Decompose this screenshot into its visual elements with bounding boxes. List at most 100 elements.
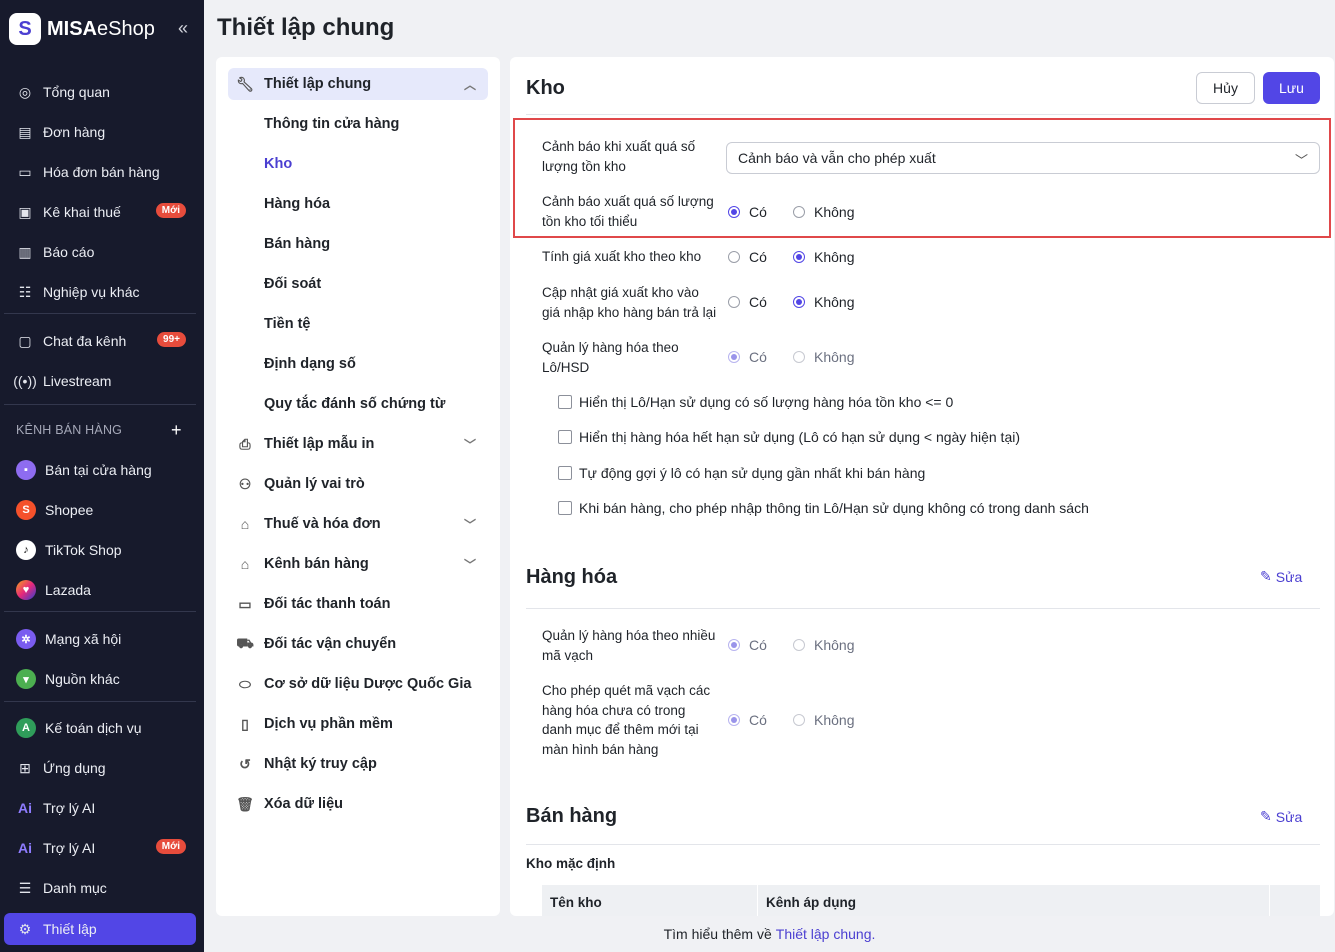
sidebar-item-social[interactable]: ✲ Mạng xã hội [4, 623, 196, 655]
nav-reconciliation[interactable]: Đối soát [264, 276, 321, 292]
sidebar-item-ai-new[interactable]: Ai Trợ lý AI Mới [4, 832, 196, 864]
edit-sales-button[interactable]: ✎ Sửa [1260, 808, 1302, 825]
update-price-yes-radio[interactable]: Có [728, 294, 767, 310]
warn-min-yes-radio[interactable]: Có [728, 204, 767, 220]
nav-drug-database[interactable]: ⬭ Cơ sở dữ liệu Dược Quốc Gia [228, 668, 488, 700]
nav-access-log[interactable]: ↺ Nhật ký truy cập [228, 748, 488, 780]
price-by-store-yes-radio[interactable]: Có [728, 249, 767, 265]
sidebar-item-settings[interactable]: ⚙ Thiết lập [4, 913, 196, 945]
nav-currency[interactable]: Tiền tệ [264, 316, 310, 332]
app-logo[interactable]: S MISAeShop [9, 12, 155, 46]
nav-software-services[interactable]: ▯ Dịch vụ phần mềm [228, 708, 488, 740]
divider [526, 608, 1320, 609]
nav-sales[interactable]: Bán hàng [264, 236, 330, 252]
chevron-down-icon: ﹀ [463, 438, 476, 452]
sidebar-item-shopee[interactable]: S Shopee [4, 494, 196, 526]
sidebar-item-livestream[interactable]: ((•)) Livestream [4, 365, 196, 397]
nav-delete-data[interactable]: 🗑︎ Xóa dữ liệu [228, 788, 488, 820]
sidebar-item-apps[interactable]: ⊞ Ứng dụng [4, 752, 196, 784]
sidebar-item-catalog[interactable]: ☰ Danh mục [4, 872, 196, 904]
chat-icon: ▢ [18, 332, 32, 349]
warn-min-no-radio[interactable]: Không [793, 204, 854, 220]
store-icon: ▪ [16, 460, 36, 480]
scan-label: Cho phép quét mã vạch các hàng hóa chưa … [542, 683, 711, 757]
sidebar-item-store[interactable]: ▪ Bán tại cửa hàng [4, 454, 196, 486]
barcode-label: Quản lý hàng hóa theo nhiều mã vạch [542, 628, 716, 663]
sidebar-item-ai[interactable]: Ai Trợ lý AI [4, 792, 196, 824]
sidebar-item-other[interactable]: ☷ Nghiệp vụ khác [4, 276, 196, 308]
divider [526, 114, 1320, 115]
lot-checkbox-2[interactable]: Hiển thị hàng hóa hết hạn sử dụng (Lô có… [558, 429, 1020, 445]
tax-icon: ▣ [18, 203, 32, 220]
nav-print-templates[interactable]: ⎙ Thiết lập mẫu in ﹀ [228, 428, 488, 460]
sidebar-item-reports[interactable]: ▥ Báo cáo [4, 236, 196, 268]
nav-numbering-rules[interactable]: Quy tắc đánh số chứng từ [264, 396, 445, 412]
accounting-icon: A [16, 718, 36, 738]
lot-yes-radio[interactable]: Có [728, 349, 767, 365]
scan-yes-radio[interactable]: Có [728, 712, 767, 728]
add-channel-icon[interactable]: + [171, 420, 182, 441]
shopee-icon: S [16, 500, 36, 520]
nav-number-format[interactable]: Định dạng số [264, 356, 356, 372]
lot-checkbox-3[interactable]: Tự động gợi ý lô có hạn sử dụng gần nhất… [558, 465, 925, 481]
save-button[interactable]: Lưu [1263, 72, 1320, 104]
price-by-store-no-radio[interactable]: Không [793, 249, 854, 265]
chevron-up-icon: ︿ [463, 78, 476, 92]
social-icon: ✲ [16, 629, 36, 649]
table-header: Tên kho Kênh áp dụng [542, 885, 1320, 916]
warn-export-select[interactable]: Cảnh báo và vẫn cho phép xuất ﹀ [726, 142, 1320, 174]
nav-warehouse[interactable]: Kho [264, 156, 292, 172]
sidebar-item-other-source[interactable]: ▾ Nguồn khác [4, 663, 196, 695]
logo-mark: S [9, 13, 41, 45]
cancel-button[interactable]: Hủy [1196, 72, 1255, 104]
price-by-store-label: Tính giá xuất kho theo kho [542, 249, 702, 264]
lazada-icon: ♥ [16, 580, 36, 600]
invoice-icon: ▭ [18, 163, 32, 180]
divider [4, 701, 196, 702]
nav-store-info[interactable]: Thông tin cửa hàng [264, 116, 399, 132]
printer-icon: ⎙ [239, 435, 251, 452]
nav-payment-partners[interactable]: ▭ Đối tác thanh toán [228, 588, 488, 620]
lot-label: Quản lý hàng hóa theo Lô/HSD [542, 340, 679, 375]
nav-products[interactable]: Hàng hóa [264, 196, 330, 212]
nav-shipping-partners[interactable]: ⛟ Đối tác vận chuyển [228, 628, 488, 660]
divider [4, 313, 196, 314]
sidebar-item-tiktok[interactable]: ♪ TikTok Shop [4, 534, 196, 566]
footer: Tìm hiểu thêm về Thiết lập chung. [204, 916, 1335, 952]
nav-general-settings[interactable]: 🔧︎ Thiết lập chung ︿ [228, 68, 488, 100]
bank-icon: ⌂ [240, 516, 250, 532]
lot-checkbox-4[interactable]: Khi bán hàng, cho phép nhập thông tin Lô… [558, 500, 1089, 516]
apps-icon: ⊞ [19, 759, 31, 776]
warn-export-label: Cảnh báo khi xuất quá số lượng tồn kho [542, 139, 696, 174]
sidebar-item-orders[interactable]: ▤ Đơn hàng [4, 116, 196, 148]
sidebar-item-accounting[interactable]: A Kế toán dịch vụ [4, 712, 196, 744]
nav-sales-channels[interactable]: ⌂ Kênh bán hàng ﹀ [228, 548, 488, 580]
sidebar-item-chat[interactable]: ▢ Chat đa kênh 99+ [4, 325, 196, 357]
nav-roles[interactable]: ⚇ Quản lý vai trò [228, 468, 488, 500]
learn-more-link[interactable]: Thiết lập chung. [776, 926, 876, 942]
barcode-no-radio[interactable]: Không [793, 637, 854, 653]
settings-nav: 🔧︎ Thiết lập chung ︿ Thông tin cửa hàng Kh… [216, 57, 500, 916]
sidebar-item-tax[interactable]: ▣ Kê khai thuế Mới [4, 196, 196, 228]
history-icon: ↺ [239, 755, 251, 772]
edit-products-button[interactable]: ✎ Sửa [1260, 568, 1302, 585]
collapse-sidebar-icon[interactable]: « [178, 18, 188, 39]
card-icon: ▭ [238, 595, 252, 612]
list-icon: ☷ [18, 283, 32, 300]
lot-no-radio[interactable]: Không [793, 349, 854, 365]
nav-tax-invoice[interactable]: ⌂ Thuế và hóa đơn ﹀ [228, 508, 488, 540]
barcode-yes-radio[interactable]: Có [728, 637, 767, 653]
lot-checkbox-1[interactable]: Hiển thị Lô/Hạn sử dụng có số lượng hàng… [558, 394, 953, 410]
store-icon: ⌂ [240, 556, 250, 572]
dashboard-icon: ◎ [18, 83, 32, 100]
sidebar-item-lazada[interactable]: ♥ Lazada [4, 574, 196, 606]
ai-icon: Ai [18, 840, 32, 856]
scan-no-radio[interactable]: Không [793, 712, 854, 728]
sidebar-item-invoices[interactable]: ▭ Hóa đơn bán hàng [4, 156, 196, 188]
sidebar-item-overview[interactable]: ◎ Tổng quan [4, 76, 196, 108]
tiktok-icon: ♪ [16, 540, 36, 560]
count-badge: 99+ [157, 332, 186, 347]
truck-icon: ⛟ [236, 634, 254, 651]
update-price-no-radio[interactable]: Không [793, 294, 854, 310]
livestream-icon: ((•)) [13, 373, 37, 389]
